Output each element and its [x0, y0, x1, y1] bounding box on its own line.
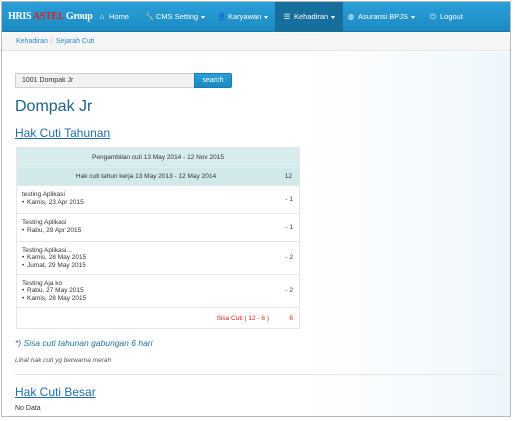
breadcrumb-sejarah-cuti[interactable]: Sejarah Cuti [56, 38, 95, 45]
table-row: Testing Aplikasi • Rabu, 29 Apr 2015 - 1 [17, 213, 299, 241]
leave-date: • Kamis, 28 May 2015 [22, 254, 87, 261]
nav-home[interactable]: ⌂ Home [98, 2, 129, 32]
nav-karyawan[interactable]: 👤 Karyawan [217, 2, 269, 32]
leave-days: - 2 [285, 287, 293, 294]
leave-period-header: Pengambilan cuti 13 May 2014 - 12 Nov 20… [17, 148, 299, 167]
leave-date: • Kamis, 23 Apr 2015 [22, 199, 84, 206]
annual-leave-table: Pengambilan cuti 13 May 2014 - 12 Nov 20… [16, 147, 300, 329]
app-window: HRIS ASTEL Group ⌂ Home 🔧 CMS Setting 👤 Kar… [1, 1, 511, 417]
entitlement-label: Hak cuti tahun kerja 13 May 2013 - 12 Ma… [75, 173, 217, 180]
entitlement-value: 12 [284, 173, 292, 180]
leave-title: Testing Aplikasi [22, 219, 67, 226]
nav-logout[interactable]: ⏻ Logout [429, 2, 463, 32]
leave-title: testing Aplikasi [22, 191, 65, 198]
caret-down-icon [411, 15, 416, 19]
user-icon: 👤 [217, 12, 227, 21]
employee-name: Dompak Jr [15, 98, 93, 115]
nav-kehadiran[interactable]: ☰ Kehadiran [275, 2, 344, 32]
home-icon: ⌂ [99, 12, 105, 21]
breadcrumb: Kehadiran / Sejarah Cuti [2, 33, 510, 51]
red-hint-note: Lihat hak cuti yg berwarna merah [15, 357, 112, 364]
main-content: search Dompak Jr Hak Cuti Tahunan Pengam… [2, 52, 510, 416]
section-divider [15, 374, 500, 375]
combined-leave-note: *) Sisa cuti tahunan gabungan 6 hari [15, 338, 153, 348]
navbar: HRIS ASTEL Group ⌂ Home 🔧 CMS Setting 👤 Kar… [2, 2, 510, 32]
caret-down-icon [264, 15, 269, 19]
entitlement-header: Hak cuti tahun kerja 13 May 2013 - 12 Ma… [17, 167, 299, 185]
caret-down-icon [331, 15, 336, 19]
remaining-leave-value: 6 [289, 315, 293, 322]
nav-cms-setting[interactable]: 🔧 CMS Setting [145, 2, 206, 32]
leave-days: - 1 [285, 224, 293, 231]
leave-days: - 2 [285, 254, 293, 261]
brand-logo[interactable]: HRIS ASTEL Group [8, 11, 93, 22]
search-input[interactable] [15, 73, 196, 88]
table-row: Testing Aplikasi... • Kamis, 28 May 2015 … [17, 241, 299, 274]
breadcrumb-separator: / [50, 38, 53, 45]
table-row: Testing Aja ko • Rabu, 27 May 2015 • Kamis… [17, 274, 299, 307]
remaining-leave-label: Sisa Cuti ( 12 - 6 ) [216, 315, 269, 322]
leave-date: • Rabu, 29 Apr 2015 [22, 227, 82, 234]
search-button[interactable]: search [194, 73, 232, 88]
remaining-leave-row: Sisa Cuti ( 12 - 6 ) 6 [17, 307, 299, 328]
nav-asuransi-bpjs[interactable]: ◍ Asuransi BPJS [347, 2, 416, 32]
power-icon: ⏻ [430, 12, 436, 21]
leave-date: • Jumat, 29 May 2015 [22, 262, 86, 269]
wrench-icon: 🔧 [145, 12, 155, 21]
leave-date: • Rabu, 27 May 2015 [22, 287, 84, 294]
globe-icon: ◍ [347, 12, 355, 21]
big-leave-heading[interactable]: Hak Cuti Besar [15, 385, 96, 399]
leave-date: • Kamis, 28 May 2015 [22, 295, 87, 302]
no-data-text: No Data [15, 405, 41, 412]
list-icon: ☰ [283, 12, 291, 21]
annual-leave-heading[interactable]: Hak Cuti Tahunan [15, 126, 110, 140]
leave-title: Testing Aja ko [22, 280, 63, 287]
leave-title: Testing Aplikasi... [22, 247, 72, 254]
leave-days: - 1 [285, 196, 293, 203]
caret-down-icon [201, 15, 206, 19]
breadcrumb-kehadiran[interactable]: Kehadiran [16, 38, 48, 45]
table-row: testing Aplikasi • Kamis, 23 Apr 2015 - 1 [17, 185, 299, 213]
